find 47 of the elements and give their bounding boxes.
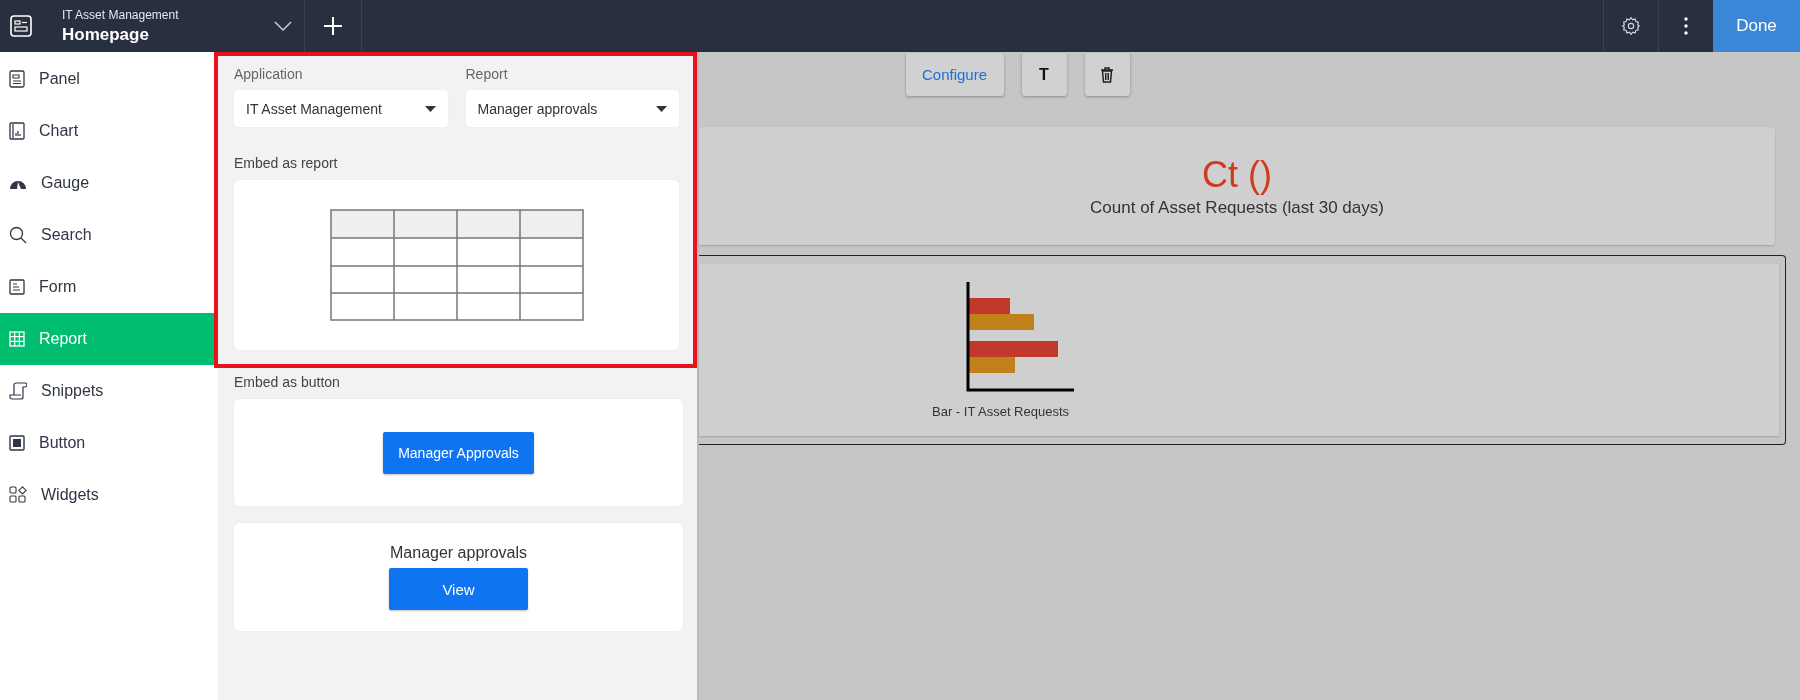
chart-caption: Bar - IT Asset Requests (932, 403, 1070, 419)
dashboard-icon[interactable] (10, 15, 32, 37)
view-option-card[interactable]: Manager approvals View (234, 523, 683, 631)
caret-icon (424, 105, 436, 112)
sidebar-item[interactable]: Form (0, 261, 218, 313)
sidebar-item[interactable]: Gauge (0, 157, 218, 209)
application-dropdown[interactable]: IT Asset Management (234, 90, 448, 127)
text-button[interactable]: T (1021, 53, 1067, 96)
panel-icon (9, 70, 25, 88)
manager-approvals-button[interactable]: Manager Approvals (383, 431, 534, 474)
kpi-value: Ct () (1202, 154, 1272, 196)
kpi-card[interactable]: Ct () Count of Asset Requests (last 30 days) (699, 127, 1775, 245)
section-label: Embed as button (234, 374, 341, 390)
search-icon (9, 226, 27, 244)
field-label: Application (234, 66, 304, 82)
sidebar-item[interactable]: Search (0, 209, 218, 261)
button-icon (9, 435, 25, 451)
report-dropdown[interactable]: Manager approvals (465, 90, 679, 127)
delete-button[interactable] (1084, 53, 1130, 96)
caret-icon (656, 105, 667, 112)
sidebar-item[interactable]: Snippets (0, 365, 218, 417)
app-name: IT Asset Management (62, 7, 180, 22)
form-icon (9, 279, 25, 295)
settings-icon[interactable] (1621, 16, 1641, 36)
table-icon (9, 331, 25, 347)
more-options-icon[interactable] (1684, 16, 1688, 36)
kpi-caption: Count of Asset Requests (last 30 days) (1090, 198, 1384, 218)
chevron-down-icon[interactable] (274, 21, 292, 31)
sidebar-item[interactable]: Widgets (0, 469, 218, 521)
done-button[interactable]: Done (1713, 0, 1800, 52)
plus-icon[interactable] (323, 16, 343, 36)
trash-icon (1100, 66, 1114, 83)
section-label: Embed as report (234, 155, 339, 171)
scroll-icon (9, 382, 27, 400)
page-title: Homepage (62, 24, 150, 45)
report-option-card[interactable] (234, 180, 679, 350)
sidebar-item[interactable]: Chart (0, 105, 218, 157)
chart-card[interactable]: Bar - IT Asset Requests (699, 255, 1786, 445)
button-option-card[interactable]: Manager Approvals (234, 399, 683, 506)
card-title: Manager approvals (390, 544, 527, 562)
view-button[interactable]: View (389, 568, 528, 610)
sidebar-item[interactable]: Panel (0, 53, 218, 105)
widgets-icon (9, 486, 27, 504)
table-preview-icon (329, 209, 584, 321)
field-label: Report (465, 66, 509, 82)
chart-icon (9, 122, 25, 140)
sidebar-item[interactable]: Button (0, 417, 218, 469)
